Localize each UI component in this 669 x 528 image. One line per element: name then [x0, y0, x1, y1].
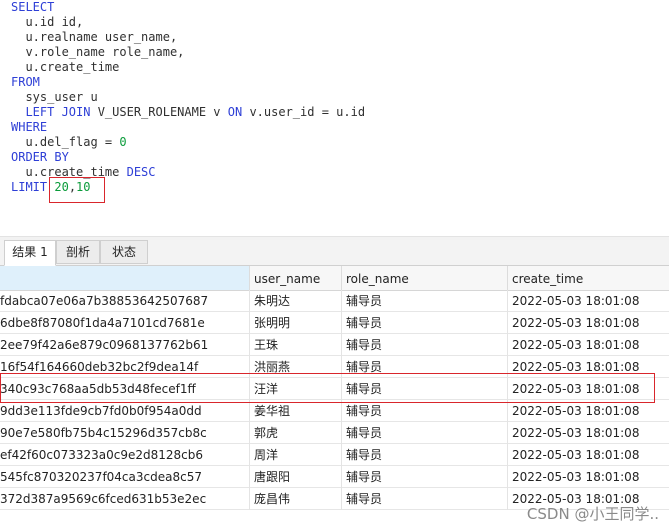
- cell-create-time[interactable]: 2022-05-03 18:01:08: [508, 400, 669, 422]
- cell-id[interactable]: fdabca07e06a7b38853642507687: [0, 290, 250, 312]
- sql-line: sys_user u: [11, 90, 365, 105]
- selected-row-highlight-box: [0, 373, 655, 403]
- table-row[interactable]: 6dbe8f87080f1da4a7101cd7681e 张明明 辅导员 2022-0…: [0, 312, 669, 334]
- cell-create-time[interactable]: 2022-05-03 18:01:08: [508, 422, 669, 444]
- sql-line: u.realname user_name,: [11, 30, 365, 45]
- sql-line: SELECT: [11, 0, 365, 15]
- cell-user-name[interactable]: 王珠: [250, 334, 342, 356]
- cell-id[interactable]: 2ee79f42a6e879c0968137762b61: [0, 334, 250, 356]
- cell-role-name[interactable]: 辅导员: [342, 488, 508, 510]
- cell-role-name[interactable]: 辅导员: [342, 444, 508, 466]
- table-row[interactable]: 9dd3e113fde9cb7fd0b0f954a0dd 姜华祖 辅导员 2022-0…: [0, 400, 669, 422]
- cell-create-time[interactable]: 2022-05-03 18:01:08: [508, 312, 669, 334]
- cell-role-name[interactable]: 辅导员: [342, 400, 508, 422]
- cell-user-name[interactable]: 唐跟阳: [250, 466, 342, 488]
- result-tabs: 结果 1 剖析 状态: [0, 240, 669, 266]
- cell-user-name[interactable]: 周洋: [250, 444, 342, 466]
- cell-user-name[interactable]: 郭虎: [250, 422, 342, 444]
- column-header-id[interactable]: [0, 266, 250, 290]
- cell-create-time[interactable]: 2022-05-03 18:01:08: [508, 444, 669, 466]
- cell-id[interactable]: ef42f60c073323a0c9e2d8128cb6: [0, 444, 250, 466]
- watermark: CSDN @小王同学..: [526, 505, 659, 523]
- sql-keyword: DESC: [126, 165, 156, 179]
- table-row[interactable]: 90e7e580fb75b4c15296d357cb8c 郭虎 辅导员 2022-05…: [0, 422, 669, 444]
- cell-id[interactable]: 90e7e580fb75b4c15296d357cb8c: [0, 422, 250, 444]
- sql-line: v.role_name role_name,: [11, 45, 365, 60]
- sql-line: LEFT JOIN V_USER_ROLENAME v ON v.user_id…: [11, 105, 365, 120]
- cell-role-name[interactable]: 辅导员: [342, 290, 508, 312]
- cell-role-name[interactable]: 辅导员: [342, 334, 508, 356]
- cell-user-name[interactable]: 张明明: [250, 312, 342, 334]
- sql-editor[interactable]: SELECT u.id id, u.realname user_name, v.…: [0, 0, 669, 238]
- sql-keyword: FROM: [11, 75, 40, 89]
- cell-id[interactable]: 9dd3e113fde9cb7fd0b0f954a0dd: [0, 400, 250, 422]
- table-row[interactable]: 2ee79f42a6e879c0968137762b61 王珠 辅导员 2022-05…: [0, 334, 669, 356]
- sql-text: v.user_id = u.id: [242, 105, 366, 119]
- cell-role-name[interactable]: 辅导员: [342, 422, 508, 444]
- sql-text: u.id id,: [11, 15, 84, 29]
- tab-profile[interactable]: 剖析: [56, 240, 100, 264]
- tab-status[interactable]: 状态: [100, 240, 148, 264]
- sql-line: WHERE: [11, 120, 365, 135]
- tab-result-1[interactable]: 结果 1: [4, 240, 56, 266]
- sql-keyword: ON: [227, 105, 243, 119]
- cell-create-time[interactable]: 2022-05-03 18:01:08: [508, 334, 669, 356]
- cell-id[interactable]: 372d387a9569c6fced631b53e2ec: [0, 488, 250, 510]
- sql-keyword: SELECT: [11, 0, 55, 14]
- sql-keyword: ORDER BY: [11, 150, 69, 164]
- table-row[interactable]: ef42f60c073323a0c9e2d8128cb6 周洋 辅导员 2022-05…: [0, 444, 669, 466]
- sql-text: u.del_flag =: [11, 135, 120, 149]
- column-header-create-time[interactable]: create_time: [508, 266, 669, 290]
- sql-text: u.realname user_name,: [11, 30, 178, 44]
- grid-header: user_name role_name create_time: [0, 266, 669, 291]
- sql-text: V_USER_ROLENAME v: [90, 105, 228, 119]
- sql-line: u.id id,: [11, 15, 365, 30]
- cell-user-name[interactable]: 庞昌伟: [250, 488, 342, 510]
- column-header-user-name[interactable]: user_name: [250, 266, 342, 290]
- sql-line: u.del_flag = 0: [11, 135, 365, 150]
- sql-keyword: LEFT JOIN: [25, 105, 91, 119]
- cell-create-time[interactable]: 2022-05-03 18:01:08: [508, 290, 669, 312]
- cell-role-name[interactable]: 辅导员: [342, 466, 508, 488]
- sql-line: FROM: [11, 75, 365, 90]
- sql-code[interactable]: SELECT u.id id, u.realname user_name, v.…: [11, 0, 365, 195]
- cell-id[interactable]: 545fc870320237f04ca3cdea8c57: [0, 466, 250, 488]
- sql-text: u.create_time: [11, 60, 120, 74]
- sql-line: ORDER BY: [11, 150, 365, 165]
- cell-user-name[interactable]: 朱明达: [250, 290, 342, 312]
- limit-highlight-box: [49, 177, 105, 203]
- cell-create-time[interactable]: 2022-05-03 18:01:08: [508, 466, 669, 488]
- sql-text: sys_user u: [11, 90, 98, 104]
- cell-user-name[interactable]: 姜华祖: [250, 400, 342, 422]
- table-row[interactable]: 545fc870320237f04ca3cdea8c57 唐跟阳 辅导员 2022-0…: [0, 466, 669, 488]
- sql-number: 0: [119, 135, 127, 149]
- sql-keyword: WHERE: [11, 120, 48, 134]
- cell-role-name[interactable]: 辅导员: [342, 312, 508, 334]
- sql-line: u.create_time: [11, 60, 365, 75]
- sql-text: v.role_name role_name,: [11, 45, 185, 59]
- cell-id[interactable]: 6dbe8f87080f1da4a7101cd7681e: [0, 312, 250, 334]
- table-row[interactable]: fdabca07e06a7b38853642507687 朱明达 辅导员 2022-0…: [0, 290, 669, 312]
- column-header-role-name[interactable]: role_name: [342, 266, 508, 290]
- sql-keyword: LIMIT: [11, 180, 55, 194]
